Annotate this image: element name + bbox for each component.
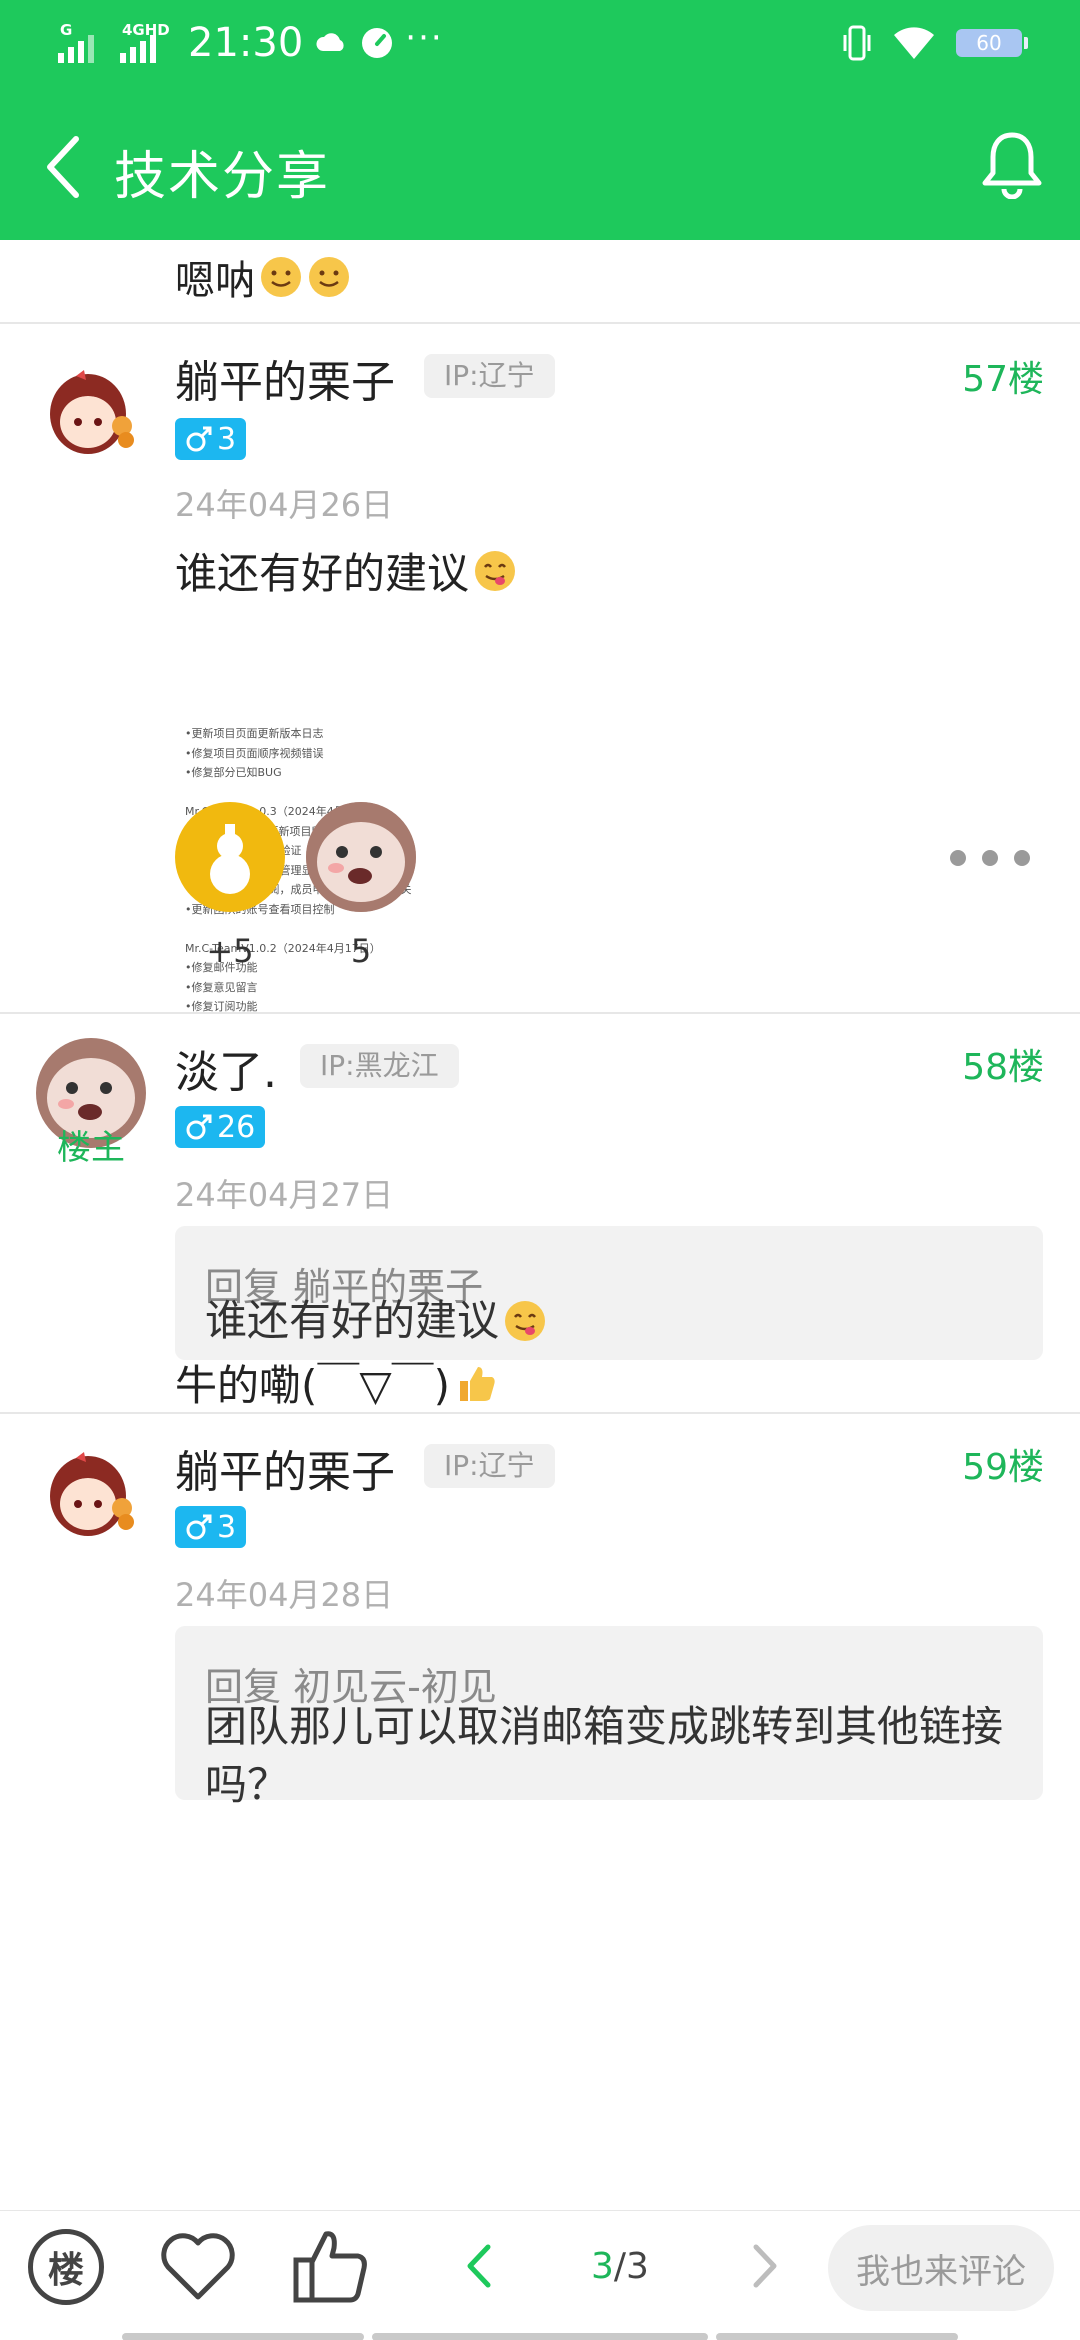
more-icon <box>950 850 966 866</box>
page-current: 3 <box>591 2245 614 2287</box>
anime-girl-avatar <box>36 356 146 466</box>
back-arrow-icon <box>47 136 79 198</box>
like-button[interactable] <box>288 2221 372 2311</box>
battery-indicator: 60 <box>956 29 1028 57</box>
previous-page-button[interactable] <box>454 2231 504 2301</box>
cloud-icon <box>316 33 344 51</box>
quote-text: 团队那儿可以取消邮箱变成跳转到其他链接吗？ <box>205 1702 1004 1809</box>
signal-4g-icon: 4GHD <box>120 21 172 63</box>
hamster-avatar <box>306 802 416 912</box>
changelog-line: •修复项目页面顺序视频错误 <box>185 746 324 760</box>
reply-list: 嗯呐 躺平的栗子 IP:辽宁 57楼 3 24年04月26日 谁还有好的建议 •… <box>0 240 1080 2210</box>
quote-text: 谁还有好的建议 <box>205 1292 1013 1350</box>
post-date: 24年04月27日 <box>175 1176 394 1214</box>
username[interactable]: 淡了. <box>175 1036 277 1100</box>
gesture-bar <box>372 2333 708 2340</box>
changelog-line: •更新项目页面更新版本日志 <box>185 727 324 740</box>
gesture-bar <box>716 2333 958 2340</box>
more-button[interactable] <box>950 838 1030 878</box>
clock: 21:30 <box>188 20 304 66</box>
bottom-action-bar: 楼 3/3 我也来评论 <box>0 2210 1080 2340</box>
heart-icon <box>161 2233 235 2300</box>
ip-location: IP:黑龙江 <box>300 1044 459 1088</box>
next-page-button[interactable] <box>740 2231 790 2301</box>
level-value: 26 <box>217 1109 256 1145</box>
level-value: 3 <box>217 421 237 457</box>
status-bar: G 4GHD 21:30 ··· 60 <box>0 0 1080 84</box>
reaction-count: +5 <box>206 932 254 970</box>
yum-emoji-icon <box>505 1301 546 1341</box>
thumbs-up-emoji-icon <box>460 1366 495 1401</box>
chevron-left-icon <box>467 2244 491 2288</box>
notification-button[interactable] <box>972 122 1052 206</box>
level-badge: 3 <box>175 1506 247 1548</box>
male-icon <box>186 1114 212 1140</box>
level-badge: 3 <box>175 418 247 460</box>
quoted-reply[interactable]: 回复 初见云-初见 团队那儿可以取消邮箱变成跳转到其他链接吗？ <box>175 1626 1043 1809</box>
page-indicator[interactable]: 3/3 <box>570 2231 670 2301</box>
changelog-line: •修复意见留言 <box>185 980 258 994</box>
ip-location: IP:辽宁 <box>424 1444 555 1488</box>
reply-item: 楼主 淡了. IP:黑龙江 58楼 26 24年04月27日 回复 躺平的栗子 … <box>0 1014 1080 1372</box>
jump-to-floor-button[interactable]: 楼 <box>28 2229 104 2305</box>
bell-icon <box>982 132 1042 199</box>
more-status-icon: ··· <box>405 18 444 58</box>
owner-tag: 楼主 <box>57 1128 125 1168</box>
gift-reaction[interactable] <box>175 802 285 912</box>
header: G 4GHD 21:30 ··· 60 技术分享 <box>0 0 1080 240</box>
favorite-button[interactable] <box>158 2221 238 2311</box>
avatar[interactable] <box>36 356 146 466</box>
level-badge: 26 <box>175 1106 266 1148</box>
page-title: 技术分享 <box>114 147 331 207</box>
chevron-right-icon <box>753 2244 777 2288</box>
username[interactable]: 躺平的栗子 <box>175 1436 395 1500</box>
comment-input-button[interactable]: 我也来评论 <box>828 2225 1054 2311</box>
ip-location: IP:辽宁 <box>424 354 555 398</box>
smile-emoji-icon <box>261 257 301 297</box>
gourd-icon <box>210 824 250 894</box>
reply-item: 躺平的栗子 IP:辽宁 57楼 3 24年04月26日 谁还有好的建议 •更新项… <box>0 324 1080 1013</box>
avatar[interactable] <box>36 1438 146 1548</box>
yum-emoji-icon <box>475 550 516 591</box>
reply-item: 躺平的栗子 IP:辽宁 59楼 3 24年04月28日 回复 初见云-初见 团队… <box>0 1414 1080 2210</box>
previous-reply-label: 嗯呐 <box>175 258 255 304</box>
speedometer-icon <box>362 28 393 58</box>
quoted-reply[interactable]: 回复 躺平的栗子 谁还有好的建议 <box>175 1226 1043 1360</box>
gesture-bar <box>122 2333 364 2340</box>
reaction-count: 5 <box>350 932 372 970</box>
post-text: 谁还有好的建议 <box>175 540 517 601</box>
status-right: 60 <box>842 18 1028 68</box>
post-text-label: 谁还有好的建议 <box>175 549 470 598</box>
floor-number: 57楼 <box>962 359 1044 400</box>
floor-number: 59楼 <box>962 1447 1044 1488</box>
male-icon <box>186 426 212 452</box>
app-bar: 技术分享 <box>0 84 1080 240</box>
anime-girl-avatar <box>36 1438 146 1548</box>
thumb-up-icon <box>293 2231 367 2303</box>
wifi-icon <box>894 27 934 59</box>
post-date: 24年04月28日 <box>175 1576 394 1614</box>
smile-emoji-icon <box>309 257 349 297</box>
floor-number: 58楼 <box>962 1047 1044 1088</box>
quote-text-label: 谁还有好的建议 <box>205 1296 500 1345</box>
changelog-line: •修复部分已知BUG <box>185 766 282 779</box>
back-button[interactable] <box>34 124 94 210</box>
signal-icon: G <box>58 21 110 63</box>
post-text-label: 牛的嘞(￣▽￣) <box>175 1361 451 1410</box>
changelog-line <box>185 783 445 803</box>
level-value: 3 <box>217 1509 237 1545</box>
status-left: G 4GHD 21:30 ··· <box>58 18 444 68</box>
previous-reply-text: 嗯呐 <box>175 248 351 306</box>
male-icon <box>186 1514 212 1540</box>
username[interactable]: 躺平的栗子 <box>175 346 395 410</box>
post-text: 牛的嘞(￣▽￣) <box>175 1352 498 1413</box>
user-reaction-avatar[interactable] <box>306 802 416 912</box>
page-total: /3 <box>613 2245 649 2287</box>
vibrate-icon <box>843 25 871 61</box>
post-date: 24年04月26日 <box>175 486 394 524</box>
